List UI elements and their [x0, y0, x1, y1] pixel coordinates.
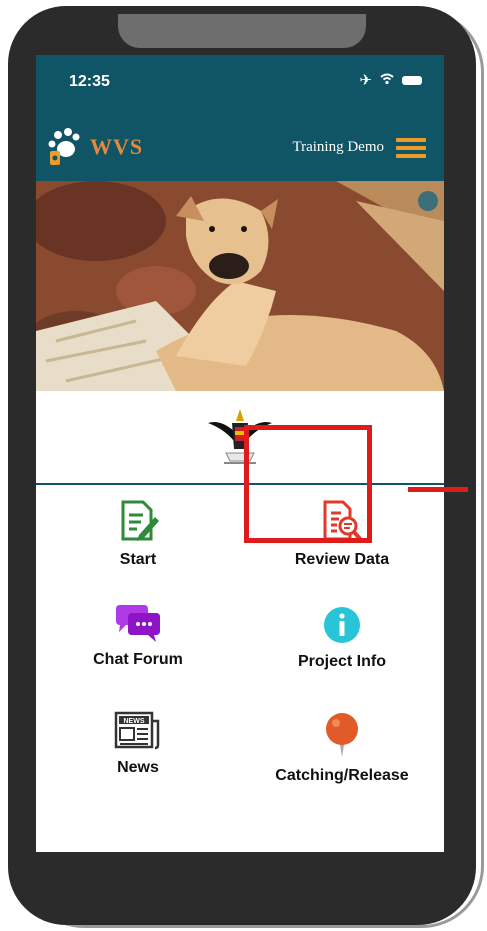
hamburger-menu-icon[interactable]: [396, 138, 426, 158]
menu-item-project-info[interactable]: Project Info: [240, 591, 444, 691]
menu-item-chat-forum[interactable]: Chat Forum: [36, 591, 240, 691]
header-title: Training Demo: [292, 139, 384, 155]
wifi-icon: [380, 72, 394, 89]
phone-notch: [118, 14, 366, 48]
logo-text: WVS: [90, 134, 144, 159]
info-icon: [324, 607, 360, 643]
menu-label: Project Info: [297, 653, 386, 670]
paw-logo-icon: [48, 128, 80, 165]
menu-label: Start: [119, 551, 157, 568]
chat-bubbles-icon: [116, 605, 160, 642]
newspaper-icon: NEWS: [114, 711, 160, 750]
app-screen: 12:35 ✈ WVS Training Demo Start Review D…: [36, 55, 444, 852]
menu-label: Catching/Release: [275, 767, 409, 784]
highlight-pointer-line: [408, 487, 468, 492]
menu-item-catching-release[interactable]: Catching/Release: [240, 697, 444, 797]
hero-dog-image: [36, 181, 444, 391]
status-icons: ✈: [359, 71, 422, 89]
app-header: WVS Training Demo: [36, 117, 444, 181]
menu-label: Review Data: [294, 551, 390, 568]
review-data-highlight-box: [244, 425, 372, 543]
battery-icon: [402, 75, 422, 85]
status-bar: 12:35 ✈: [36, 55, 444, 117]
menu-label: Chat Forum: [93, 651, 183, 668]
crest-section: [36, 391, 444, 485]
menu-item-start[interactable]: Start: [36, 485, 240, 585]
map-pin-icon: [326, 713, 358, 757]
wvs-logo: WVS: [46, 127, 143, 167]
document-edit-icon: [121, 500, 159, 541]
airplane-icon: ✈: [359, 72, 372, 89]
menu-label: News: [117, 759, 159, 776]
menu-item-news[interactable]: NEWS News: [36, 697, 240, 797]
svg-text:NEWS: NEWS: [124, 718, 145, 725]
status-time: 12:35: [69, 73, 110, 90]
